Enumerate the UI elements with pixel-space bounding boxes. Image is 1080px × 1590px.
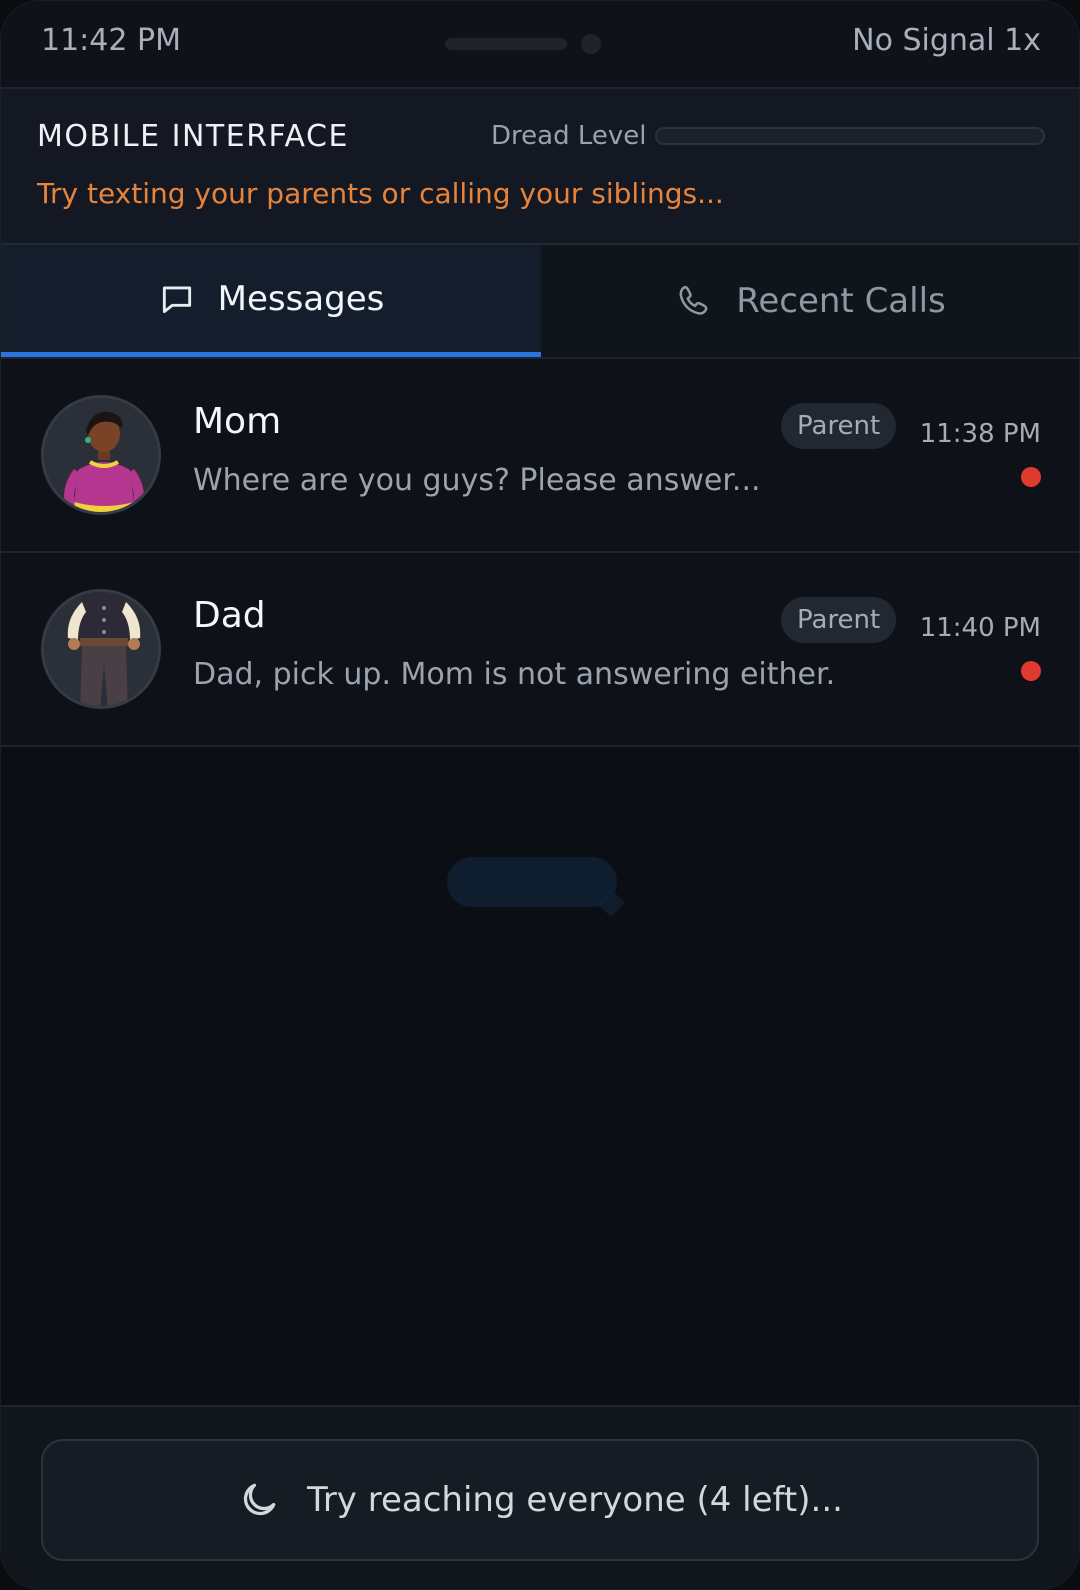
footer: Try reaching everyone (4 left)...	[1, 1405, 1079, 1589]
avatar-dad	[41, 589, 161, 709]
role-badge: Parent	[781, 597, 897, 643]
tab-recent-calls-label: Recent Calls	[736, 281, 946, 321]
tab-bar: Messages Recent Calls	[1, 245, 1079, 359]
avatar-mom	[41, 395, 161, 515]
phone-screen: 11:42 PM No Signal 1x MOBILE INTERFACE D…	[0, 0, 1080, 1590]
message-icon	[162, 285, 191, 313]
message-time: 11:40 PM	[919, 613, 1041, 643]
app-header: MOBILE INTERFACE Dread Level Try texting…	[1, 89, 1079, 245]
phone-icon	[679, 285, 708, 315]
unread-indicator	[1021, 467, 1041, 487]
tab-messages-label: Messages	[217, 278, 385, 319]
contact-name: Mom	[193, 401, 282, 442]
status-bar: 11:42 PM No Signal 1x	[1, 1, 1079, 89]
notch-speaker	[445, 38, 567, 50]
message-time: 11:38 PM	[919, 419, 1041, 449]
hint-text: Try texting your parents or calling your…	[37, 177, 724, 210]
message-preview: Dad, pick up. Mom is not answering eithe…	[193, 657, 836, 692]
page-title: MOBILE INTERFACE	[37, 119, 349, 154]
dread-level-label: Dread Level	[491, 121, 647, 151]
tab-recent-calls[interactable]: Recent Calls	[541, 245, 1079, 357]
signal-status: No Signal 1x	[852, 23, 1041, 58]
empty-conversation-area	[1, 747, 1079, 1407]
reach-everyone-label: Try reaching everyone (4 left)...	[307, 1480, 843, 1520]
status-time: 11:42 PM	[41, 23, 181, 58]
unread-indicator	[1021, 661, 1041, 681]
typing-bubble	[447, 857, 617, 907]
tab-messages[interactable]: Messages	[1, 245, 541, 357]
reach-everyone-button[interactable]: Try reaching everyone (4 left)...	[41, 1439, 1039, 1561]
conversation-dad[interactable]: Dad Parent 11:40 PM Dad, pick up. Mom is…	[1, 553, 1079, 747]
message-preview: Where are you guys? Please answer...	[193, 463, 761, 498]
conversation-mom[interactable]: Mom Parent 11:38 PM Where are you guys? …	[1, 359, 1079, 553]
contact-name: Dad	[193, 595, 266, 636]
notch-camera	[581, 34, 601, 54]
dread-level-bar	[655, 127, 1045, 145]
moon-icon	[243, 1483, 276, 1516]
role-badge: Parent	[781, 403, 897, 449]
